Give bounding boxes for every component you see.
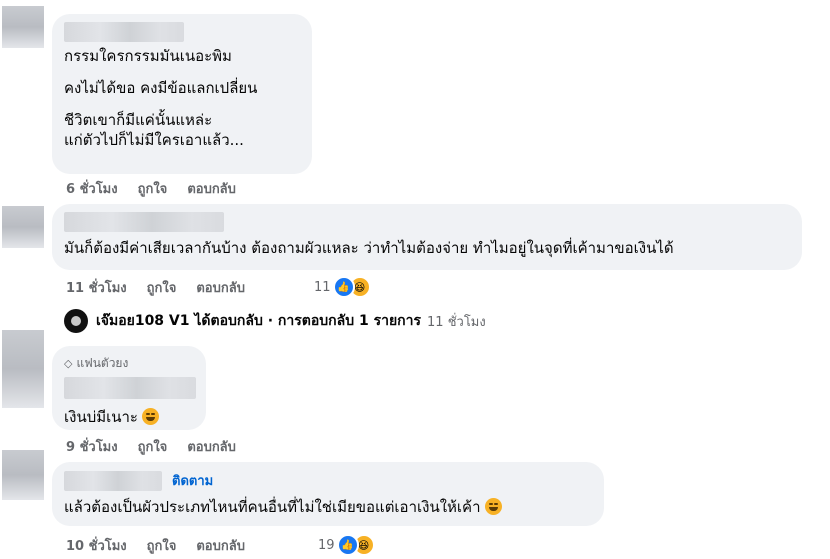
comment-text-content: แล้วต้องเป็นผัวประเภทไหนที่คนอื่นที่ไม่ใ… [64,498,481,516]
avatar[interactable] [2,6,44,48]
reply-button[interactable]: ตอบกลับ [196,535,245,556]
commenter-name[interactable] [64,470,162,491]
comment-text-content: เงินบ่มีเนาะ [64,408,138,426]
comment-bubble: ◇ แฟนตัวยง เงินบ่มีเนาะ [52,346,206,430]
rofl-emoji-icon [484,498,502,515]
like-button[interactable]: ถูกใจ [147,277,177,298]
comment-text: คงไม่ได้ขอ คงมีข้อแลกเปลี่ยน [64,79,258,97]
avatar[interactable] [2,450,44,500]
comment-bubble: กรรมใครกรรมมันเนอะพิม คงไม่ได้ขอ คงมีข้อ… [52,14,312,174]
comment-actions: 10 ชั่วโมง ถูกใจ ตอบกลับ [66,535,265,555]
comment-header: ติดตาม [64,470,592,491]
badge-label: แฟนตัวยง [76,356,129,370]
comment-actions: 9 ชั่วโมง ถูกใจ ตอบกลับ [66,436,256,456]
avatar[interactable] [2,330,44,408]
comment-text: แก่ตัวไปก็ไม่มีใครเอาแล้ว... [64,131,244,149]
commenter-name[interactable] [64,212,224,232]
like-button[interactable]: ถูกใจ [147,535,177,556]
like-button[interactable]: ถูกใจ [138,178,168,199]
comment-time[interactable]: 9 ชั่วโมง [66,436,118,457]
replies-time: 11 ชั่วโมง [427,314,486,330]
avatar[interactable] [2,206,44,248]
like-button[interactable]: ถูกใจ [138,436,168,457]
reaction-count: 11 [314,279,331,295]
comment-bubble: มันก็ต้องมีค่าเสียเวลากันบ้าง ต้องถามผัว… [52,204,802,270]
comment-time[interactable]: 10 ชั่วโมง [66,535,127,556]
top-fan-badge: ◇ แฟนตัวยง [64,354,194,373]
replies-summary[interactable]: เจ๊มอย108 V1 ได้ตอบกลับ · การตอบกลับ 1 ร… [96,310,421,332]
view-replies-link[interactable]: เจ๊มอย108 V1 ได้ตอบกลับ · การตอบกลับ 1 ร… [64,309,486,333]
laughing-emoji-icon [141,408,159,425]
diamond-icon: ◇ [64,357,73,370]
reaction-summary[interactable]: 11 👍 😆 [314,276,371,298]
comment-actions: 11 ชั่วโมง ถูกใจ ตอบกลับ [66,277,265,297]
comment-text: มันก็ต้องมีค่าเสียเวลากันบ้าง ต้องถามผัว… [64,239,674,257]
like-icon: 👍 [332,276,355,298]
commenter-name[interactable] [64,22,184,42]
reaction-count: 19 [318,537,335,553]
reply-button[interactable]: ตอบกลับ [187,178,236,199]
comment-time[interactable]: 11 ชั่วโมง [66,277,127,298]
comment-text: ชีวิตเขาก็มีแค่นั้นแหล่ะ [64,111,213,129]
comment-bubble: ติดตาม แล้วต้องเป็นผัวประเภทไหนที่คนอื่น… [52,462,604,526]
avatar [64,309,88,333]
reply-button[interactable]: ตอบกลับ [196,277,245,298]
follow-button[interactable]: ติดตาม [172,470,213,491]
comment-text: กรรมใครกรรมมันเนอะพิม [64,47,232,65]
comment-text: เงินบ่มีเนาะ [64,407,194,427]
like-icon: 👍 [336,534,359,556]
commenter-name[interactable] [64,377,196,399]
comment-text: แล้วต้องเป็นผัวประเภทไหนที่คนอื่นที่ไม่ใ… [64,497,592,517]
reply-button[interactable]: ตอบกลับ [187,436,236,457]
comment-actions: 6 ชั่วโมง ถูกใจ ตอบกลับ [66,178,256,198]
reaction-summary[interactable]: 19 👍 😆 [318,534,375,556]
comment-time[interactable]: 6 ชั่วโมง [66,178,118,199]
